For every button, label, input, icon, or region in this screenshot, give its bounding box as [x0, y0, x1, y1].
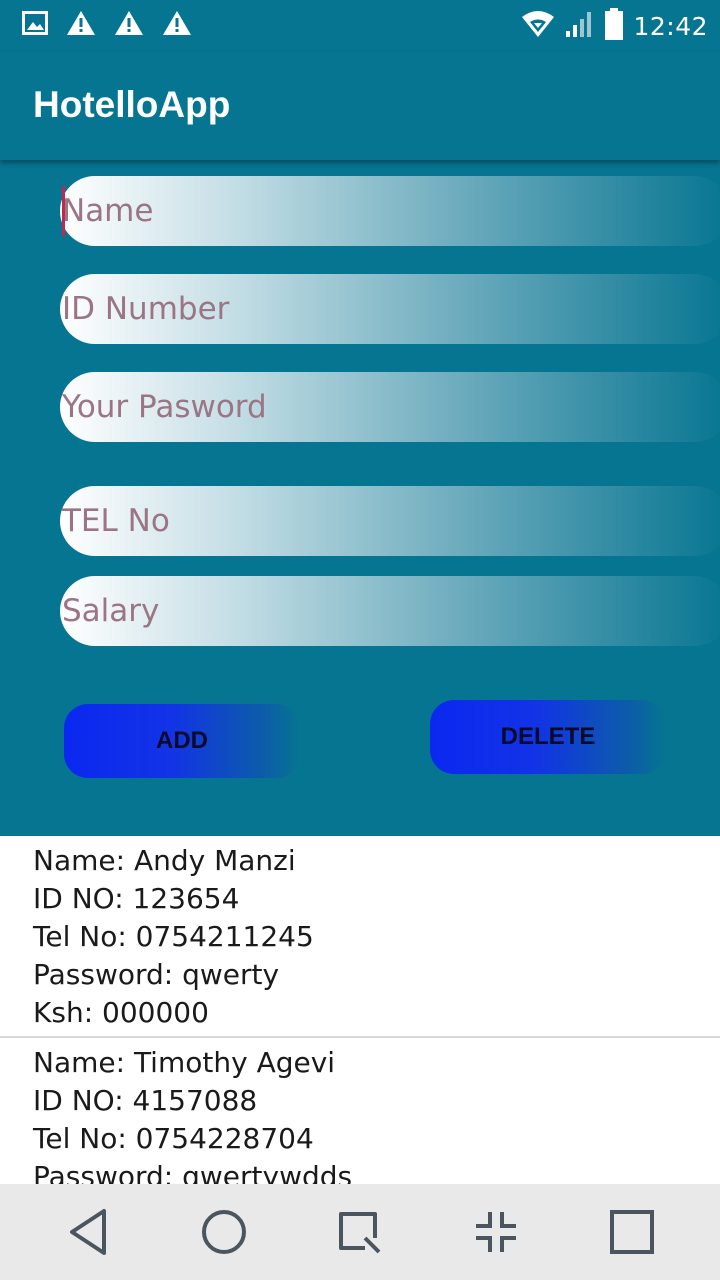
record-tel: Tel No: 0754211245 [33, 920, 314, 953]
salary-field[interactable] [60, 576, 720, 646]
home-icon[interactable] [196, 1204, 252, 1260]
app-title: HotelloApp [33, 84, 231, 125]
id-number-field[interactable] [60, 274, 720, 344]
navigation-bar [0, 1184, 720, 1280]
record-id: ID NO: 123654 [33, 882, 240, 915]
warning-icon [66, 10, 96, 40]
password-input[interactable] [60, 372, 720, 442]
battery-icon [605, 8, 624, 44]
record-salary: Ksh: 000000 [33, 996, 209, 1029]
collapse-icon[interactable] [468, 1204, 524, 1260]
list-item[interactable]: Name: Timothy Agevi ID NO: 4157088 Tel N… [0, 1038, 720, 1184]
delete-button[interactable]: DELETE [430, 700, 666, 774]
notification-icons [22, 10, 192, 40]
system-icons: 12:42 [521, 8, 708, 44]
list-item[interactable]: Name: Andy Manzi ID NO: 123654 Tel No: 0… [0, 836, 720, 1038]
salary-input[interactable] [60, 576, 720, 646]
warning-icon [162, 10, 192, 40]
status-bar: 12:42 [0, 0, 720, 52]
name-input[interactable] [60, 176, 720, 246]
add-button[interactable]: ADD [64, 704, 300, 778]
record-id: ID NO: 4157088 [33, 1084, 258, 1117]
recents-icon[interactable] [331, 1204, 387, 1260]
back-icon[interactable] [60, 1204, 116, 1260]
record-password: Password: qwertywdds [33, 1160, 353, 1184]
warning-icon [114, 10, 144, 40]
password-field[interactable] [60, 372, 720, 442]
record-name: Name: Andy Manzi [33, 844, 296, 877]
image-icon [22, 11, 48, 39]
employee-form: ADD DELETE [0, 160, 720, 836]
wifi-icon [521, 10, 555, 42]
text-cursor [62, 186, 65, 236]
records-list[interactable]: Name: Andy Manzi ID NO: 123654 Tel No: 0… [0, 836, 720, 1184]
app-bar: HotelloApp [0, 52, 720, 160]
record-name: Name: Timothy Agevi [33, 1046, 336, 1079]
record-tel: Tel No: 0754228704 [33, 1122, 314, 1155]
tel-input[interactable] [60, 486, 720, 556]
id-number-input[interactable] [60, 274, 720, 344]
name-field[interactable] [60, 176, 720, 246]
square-icon[interactable] [604, 1204, 660, 1260]
signal-icon [565, 9, 595, 43]
clock: 12:42 [633, 11, 708, 41]
record-password: Password: qwerty [33, 958, 280, 991]
tel-field[interactable] [60, 486, 720, 556]
